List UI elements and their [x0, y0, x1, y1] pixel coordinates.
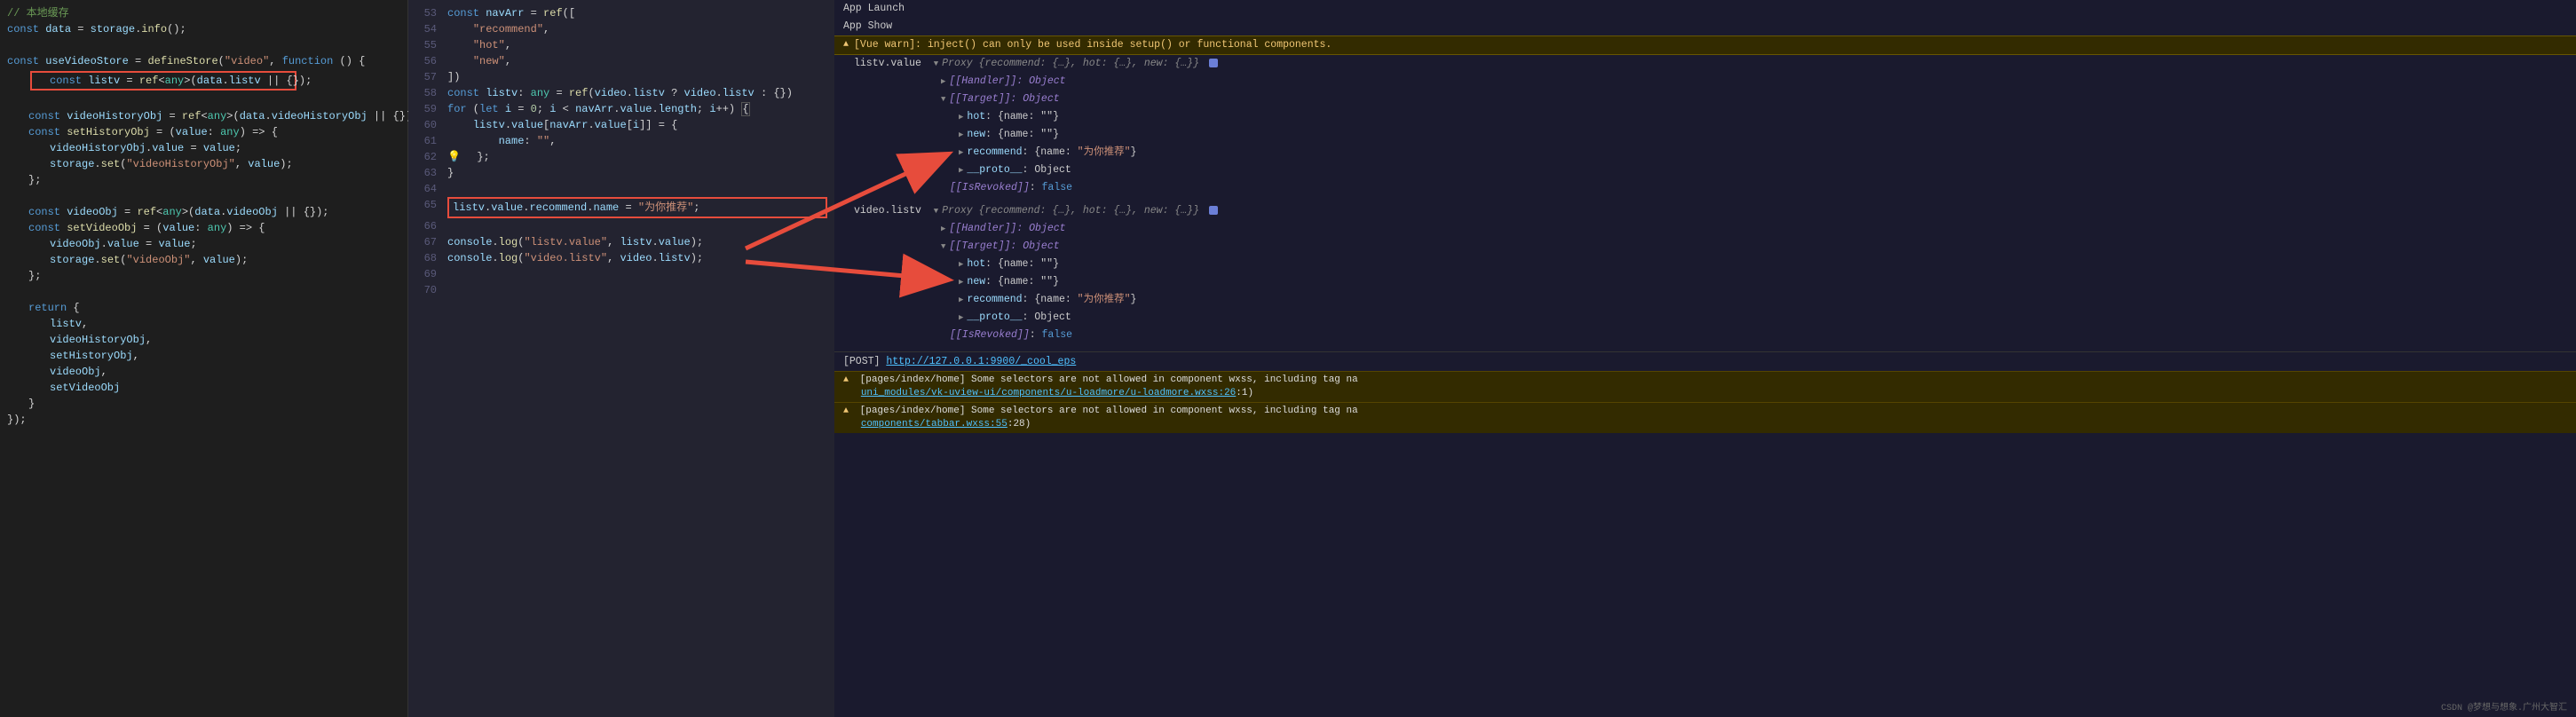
line-number: 61 — [415, 133, 447, 149]
code-line: storage.set("videoObj", value); — [7, 252, 400, 268]
line-number: 70 — [415, 282, 447, 298]
code-line: setHistoryObj, — [7, 348, 400, 364]
lightbulb-icon[interactable]: 💡 — [447, 151, 461, 163]
line-number: 56 — [415, 53, 447, 69]
object-badge-icon — [1209, 206, 1218, 215]
line-number: 60 — [415, 117, 447, 133]
highlighted-code-box-1: const listv = ref<any>(data.listv || {})… — [30, 71, 296, 91]
code-line: videoHistoryObj, — [7, 332, 400, 348]
tree-row[interactable]: ▶hot: {name: ""} — [834, 108, 2576, 126]
code-line: }); — [7, 412, 400, 428]
console-output[interactable]: App Launch App Show ▲[Vue warn]: inject(… — [834, 0, 2576, 717]
code-line: const videoHistoryObj = ref<any>(data.vi… — [7, 108, 418, 124]
expand-toggle-icon[interactable]: ▼ — [934, 207, 938, 216]
code-line: "new", — [447, 53, 827, 69]
tree-row[interactable]: ▶[[Handler]]: Object — [834, 220, 2576, 238]
console-row: App Show — [834, 18, 2576, 35]
warning-icon: ▲ — [843, 38, 849, 52]
tree-row[interactable]: ▼[[Target]]: Object — [834, 238, 2576, 256]
source-link[interactable]: components/tabbar.wxss:55 — [861, 419, 1007, 429]
code-line: const videoObj = ref<any>(data.videoObj … — [7, 204, 400, 220]
code-line: const useVideoStore = defineStore("video… — [7, 53, 400, 69]
code-line: 💡 }; — [447, 149, 827, 165]
line-number: 54 — [415, 21, 447, 37]
code-line: const setHistoryObj = (value: any) => { — [7, 124, 400, 140]
warning-icon: ▲ — [843, 375, 849, 385]
line-number: 66 — [415, 218, 447, 234]
line-number: 63 — [415, 165, 447, 181]
line-number: 58 — [415, 85, 447, 101]
comment: // 本地缓存 — [7, 7, 69, 20]
code-line: setVideoObj — [7, 380, 400, 396]
post-url-link[interactable]: http://127.0.0.1:9900/_cool_eps — [886, 356, 1076, 367]
code-line: name: "", — [447, 133, 827, 149]
editor-middle-panel: 53const navArr = ref([ 54 "recommend", 5… — [408, 0, 834, 717]
code-line: }; — [7, 172, 400, 188]
code-line: for (let i = 0; i < navArr.value.length;… — [447, 101, 827, 117]
line-number: 59 — [415, 101, 447, 117]
code-line: videoObj, — [7, 364, 400, 380]
object-badge-icon — [1209, 59, 1218, 67]
wxss-warning-row-1: ▲ [pages/index/home] Some selectors are … — [834, 371, 2576, 402]
line-number: 62 — [415, 149, 447, 165]
network-post-row: [POST] http://127.0.0.1:9900/_cool_eps — [834, 351, 2576, 371]
tree-row[interactable]: ▶__proto__: Object — [834, 162, 2576, 179]
code-line: const setVideoObj = (value: any) => { — [7, 220, 400, 236]
source-link[interactable]: uni_modules/vk-uview-ui/components/u-loa… — [861, 388, 1236, 398]
console-row: App Launch — [834, 0, 2576, 18]
console-log-row[interactable]: video.listv ▼Proxy {recommend: {…}, hot:… — [834, 202, 2576, 220]
console-log-row[interactable]: listv.value ▼Proxy {recommend: {…}, hot:… — [834, 55, 2576, 73]
warning-icon: ▲ — [843, 406, 849, 416]
code-line: storage.set("videoHistoryObj", value); — [7, 156, 400, 172]
code-line: listv, — [7, 316, 400, 332]
code-line: return { — [7, 300, 400, 316]
tree-row[interactable]: ▼[[Target]]: Object — [834, 91, 2576, 108]
tree-row: [[IsRevoked]]: false — [834, 327, 2576, 344]
line-number: 57 — [415, 69, 447, 85]
tree-row[interactable]: ▶new: {name: ""} — [834, 273, 2576, 291]
code-line: }; — [7, 268, 400, 284]
line-number: 68 — [415, 250, 447, 266]
code-line: console.log("video.listv", video.listv); — [447, 250, 827, 266]
editor-left-panel: // 本地缓存 const data = storage.info(); con… — [0, 0, 408, 717]
tree-row: [[IsRevoked]]: false — [834, 179, 2576, 197]
tree-row[interactable]: ▶[[Handler]]: Object — [834, 73, 2576, 91]
tree-row[interactable]: ▶new: {name: ""} — [834, 126, 2576, 144]
line-number: 69 — [415, 266, 447, 282]
wxss-warning-row-2: ▲ [pages/index/home] Some selectors are … — [834, 402, 2576, 433]
code-line: } — [447, 165, 827, 181]
code-line: console.log("listv.value", listv.value); — [447, 234, 827, 250]
code-line: "hot", — [447, 37, 827, 53]
line-number: 64 — [415, 181, 447, 197]
code-line: const listv: any = ref(video.listv ? vid… — [447, 85, 827, 101]
expand-toggle-icon[interactable]: ▼ — [934, 59, 938, 68]
tree-row[interactable]: ▶hot: {name: ""} — [834, 256, 2576, 273]
highlighted-code-box-2: listv.value.recommend.name = "为你推荐"; — [447, 197, 827, 218]
tree-row[interactable]: ▶recommend: {name: "为你推荐"} — [834, 144, 2576, 162]
code-line: listv.value[navArr.value[i]] = { — [447, 117, 827, 133]
line-number: 55 — [415, 37, 447, 53]
watermark: CSDN @梦想与想象.广州大智汇 — [2441, 699, 2567, 713]
tree-row[interactable]: ▶__proto__: Object — [834, 309, 2576, 327]
code-line: const navArr = ref([ — [447, 5, 827, 21]
tree-row[interactable]: ▶recommend: {name: "为你推荐"} — [834, 291, 2576, 309]
line-number: 65 — [415, 197, 447, 218]
line-number: 67 — [415, 234, 447, 250]
code-line: const data = storage.info(); — [7, 21, 400, 37]
code-line: videoObj.value = value; — [7, 236, 400, 252]
code-line: ]) — [447, 69, 827, 85]
code-line: "recommend", — [447, 21, 827, 37]
console-panel: App Launch App Show ▲[Vue warn]: inject(… — [834, 0, 2576, 717]
code-line: } — [7, 396, 400, 412]
code-line: videoHistoryObj.value = value; — [7, 140, 400, 156]
vue-warning-row: ▲[Vue warn]: inject() can only be used i… — [834, 35, 2576, 55]
line-number: 53 — [415, 5, 447, 21]
